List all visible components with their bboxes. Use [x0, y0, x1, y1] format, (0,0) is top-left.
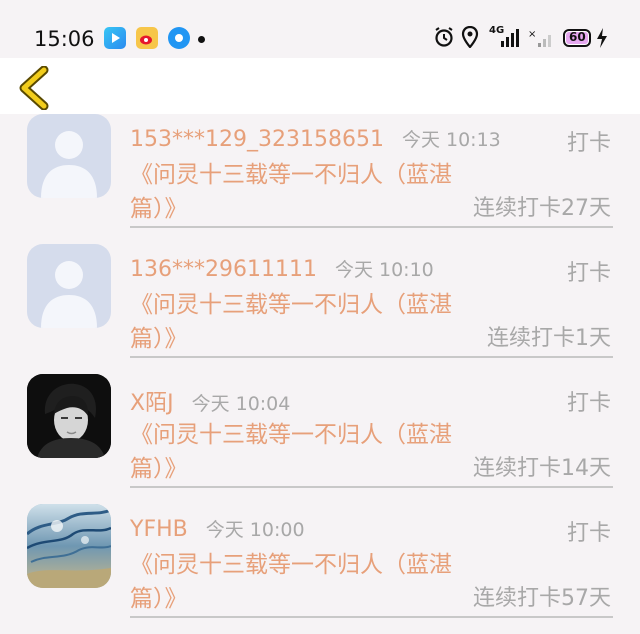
status-bar: 15:06 4G × 60: [0, 0, 640, 58]
checkin-list: 153***129_323158651 今天 10:13 打卡 《问灵十三载等一不…: [0, 114, 640, 634]
avatar: [27, 374, 111, 458]
username-row: 136***29611111 今天 10:10: [130, 255, 434, 282]
username: 136***29611111: [130, 257, 317, 282]
svg-text:×: ×: [528, 29, 536, 40]
book-title: 《问灵十三载等一不归人（蓝湛篇）》: [130, 552, 452, 612]
nav-bar: [0, 58, 640, 114]
timestamp: 今天 10:00: [205, 519, 305, 541]
username: X陌J: [130, 391, 174, 416]
streak-count: 连续打卡1天: [487, 326, 611, 351]
username-row: X陌J 今天 10:04: [130, 385, 290, 417]
list-item[interactable]: 153***129_323158651 今天 10:13 打卡 《问灵十三载等一不…: [0, 114, 640, 244]
checkin-label: 打卡: [566, 131, 611, 156]
signal-4g-icon: 4G: [489, 25, 519, 49]
weibo-icon: [136, 27, 158, 49]
battery-icon: 60: [563, 27, 593, 49]
username-row: YFHB 今天 10:00: [130, 515, 305, 542]
list-item[interactable]: YFHB 今天 10:00 打卡 《问灵十三载等一不归人（蓝湛篇）》 连续打卡57…: [0, 504, 640, 634]
checkin-label: 打卡: [566, 391, 611, 416]
username: 153***129_323158651: [130, 127, 384, 152]
back-button[interactable]: [16, 65, 50, 111]
avatar: [27, 114, 111, 198]
streak-count: 连续打卡57天: [473, 586, 611, 611]
timestamp: 今天 10:13: [401, 129, 501, 151]
divider: [130, 486, 613, 488]
book-title: 《问灵十三载等一不归人（蓝湛篇）》: [130, 422, 452, 482]
chevron-left-icon: [19, 65, 49, 111]
list-item[interactable]: 136***29611111 今天 10:10 打卡 《问灵十三载等一不归人（蓝湛…: [0, 244, 640, 374]
divider: [130, 616, 613, 618]
charging-bolt-icon: [596, 27, 608, 53]
avatar: [27, 244, 111, 328]
divider: [130, 226, 613, 228]
avatar: [27, 504, 111, 588]
signal-sim2-icon: ×: [528, 27, 554, 53]
username: YFHB: [130, 517, 188, 542]
streak-count: 连续打卡14天: [473, 456, 611, 481]
timestamp: 今天 10:04: [191, 393, 291, 415]
alarm-icon: [434, 26, 454, 52]
book-title: 《问灵十三载等一不归人（蓝湛篇）》: [130, 162, 452, 222]
location-icon: [461, 25, 479, 52]
video-app-icon: [104, 27, 126, 49]
streak-count: 连续打卡27天: [473, 196, 611, 221]
divider: [130, 356, 613, 358]
browser-app-icon: [168, 27, 190, 49]
timestamp: 今天 10:10: [334, 259, 434, 281]
username-row: 153***129_323158651 今天 10:13: [130, 125, 501, 152]
checkin-label: 打卡: [566, 521, 611, 546]
notification-dot: [198, 36, 205, 43]
list-item[interactable]: X陌J 今天 10:04 打卡 《问灵十三载等一不归人（蓝湛篇）》 连续打卡14天: [0, 374, 640, 504]
checkin-label: 打卡: [566, 261, 611, 286]
book-title: 《问灵十三载等一不归人（蓝湛篇）》: [130, 292, 452, 352]
battery-level: 60: [569, 30, 586, 44]
status-time: 15:06: [34, 27, 95, 51]
